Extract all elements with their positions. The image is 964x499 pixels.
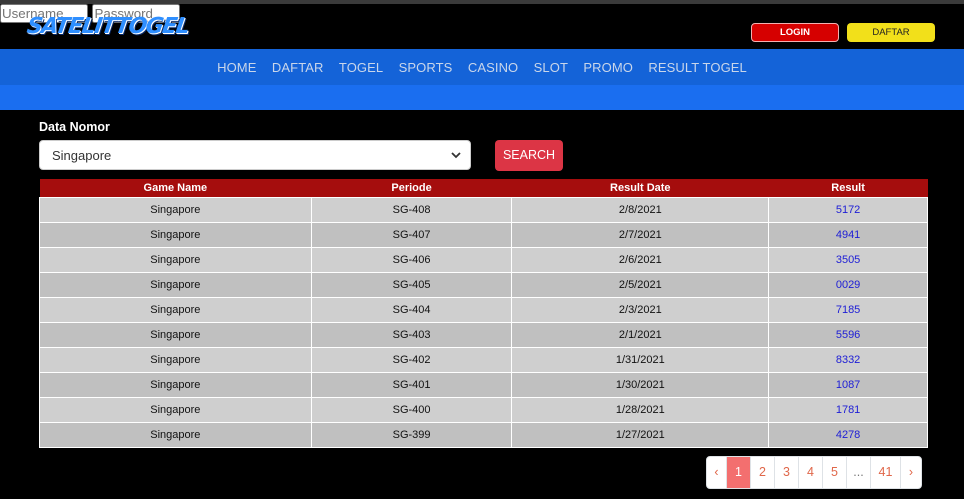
table-row: Singapore SG-405 2/5/2021 0029 [39,271,928,298]
page-1-button[interactable]: 1 [727,457,751,488]
table-row: Singapore SG-408 2/8/2021 5172 [39,196,928,223]
main-content: Data Nomor Singapore SEARCH Game Name Pe… [0,110,964,499]
cell-result-date: 2/7/2021 [511,221,770,248]
nav-casino[interactable]: CASINO [460,60,526,75]
daftar-button[interactable]: DAFTAR [847,23,935,42]
page-4-button[interactable]: 4 [799,457,823,488]
cell-game-name: Singapore [39,396,312,423]
cell-game-name: Singapore [39,321,312,348]
cell-result-date: 1/27/2021 [511,421,770,448]
cell-result[interactable]: 0029 [768,271,928,298]
table-row: Singapore SG-404 2/3/2021 7185 [39,296,928,323]
cell-game-name: Singapore [39,296,312,323]
nav-home[interactable]: HOME [209,60,264,75]
nav-slot[interactable]: SLOT [526,60,576,75]
cell-periode: SG-407 [310,221,513,248]
cell-result-date: 1/31/2021 [511,346,770,373]
cell-result-date: 2/1/2021 [511,321,770,348]
cell-periode: SG-403 [310,321,513,348]
chevron-down-icon [450,141,462,182]
cell-game-name: Singapore [39,371,312,398]
next-page-button[interactable]: › [901,457,921,488]
cell-periode: SG-401 [310,371,513,398]
table-row: Singapore SG-406 2/6/2021 3505 [39,246,928,273]
search-button[interactable]: SEARCH [495,140,563,171]
site-logo[interactable]: SATELITTOGEL [25,14,190,39]
cell-result[interactable]: 4278 [768,421,928,448]
cell-periode: SG-408 [310,196,513,223]
main-nav: HOME DAFTAR TOGEL SPORTS CASINO SLOT PRO… [0,49,964,85]
cell-result-date: 1/28/2021 [511,396,770,423]
cell-result[interactable]: 5596 [768,321,928,348]
prev-page-button[interactable]: ‹ [707,457,727,488]
cell-result[interactable]: 4941 [768,221,928,248]
cell-result-date: 2/3/2021 [511,296,770,323]
cell-game-name: Singapore [39,346,312,373]
nav-daftar[interactable]: DAFTAR [264,60,331,75]
cell-result[interactable]: 3505 [768,246,928,273]
cell-result[interactable]: 5172 [768,196,928,223]
page-41-button[interactable]: 41 [871,457,901,488]
nav-sports[interactable]: SPORTS [391,60,460,75]
col-game-name: Game Name [39,179,312,197]
market-select-value: Singapore [52,148,112,163]
cell-game-name: Singapore [39,271,312,298]
cell-result-date: 2/8/2021 [511,196,770,223]
table-row: Singapore SG-402 1/31/2021 8332 [39,346,928,373]
cell-result-date: 2/6/2021 [511,246,770,273]
cell-game-name: Singapore [39,196,312,223]
cell-result-date: 1/30/2021 [511,371,770,398]
table-row: Singapore SG-400 1/28/2021 1781 [39,396,928,423]
cell-game-name: Singapore [39,421,312,448]
nav-result-togel[interactable]: RESULT TOGEL [641,60,755,75]
cell-periode: SG-405 [310,271,513,298]
cell-result[interactable]: 1087 [768,371,928,398]
cell-result[interactable]: 8332 [768,346,928,373]
data-nomor-label: Data Nomor [39,120,110,134]
cell-result[interactable]: 7185 [768,296,928,323]
banner-strip [0,85,964,110]
table-header-row: Game Name Periode Result Date Result [39,179,928,197]
col-periode: Periode [311,179,512,197]
page-ellipsis: ... [847,457,871,488]
cell-game-name: Singapore [39,221,312,248]
table-row: Singapore SG-403 2/1/2021 5596 [39,321,928,348]
cell-periode: SG-402 [310,346,513,373]
page-5-button[interactable]: 5 [823,457,847,488]
login-button[interactable]: LOGIN [751,23,839,42]
cell-periode: SG-404 [310,296,513,323]
nav-promo[interactable]: PROMO [576,60,641,75]
cell-periode: SG-400 [310,396,513,423]
header: SATELITTOGEL LOGIN DAFTAR [0,4,964,49]
cell-result-date: 2/5/2021 [511,271,770,298]
col-result-date: Result Date [511,179,769,197]
pagination: ‹ 1 2 3 4 5 ... 41 › [706,456,922,489]
table-row: Singapore SG-401 1/30/2021 1087 [39,371,928,398]
market-select[interactable]: Singapore [39,140,471,170]
table-row: Singapore SG-399 1/27/2021 4278 [39,421,928,448]
page-3-button[interactable]: 3 [775,457,799,488]
cell-result[interactable]: 1781 [768,396,928,423]
table-row: Singapore SG-407 2/7/2021 4941 [39,221,928,248]
cell-periode: SG-399 [310,421,513,448]
cell-periode: SG-406 [310,246,513,273]
results-table: Game Name Periode Result Date Result Sin… [39,179,928,448]
table-body: Singapore SG-408 2/8/2021 5172 Singapore SG-4… [39,196,928,448]
cell-game-name: Singapore [39,246,312,273]
col-result: Result [768,179,928,197]
nav-togel[interactable]: TOGEL [331,60,391,75]
page-2-button[interactable]: 2 [751,457,775,488]
